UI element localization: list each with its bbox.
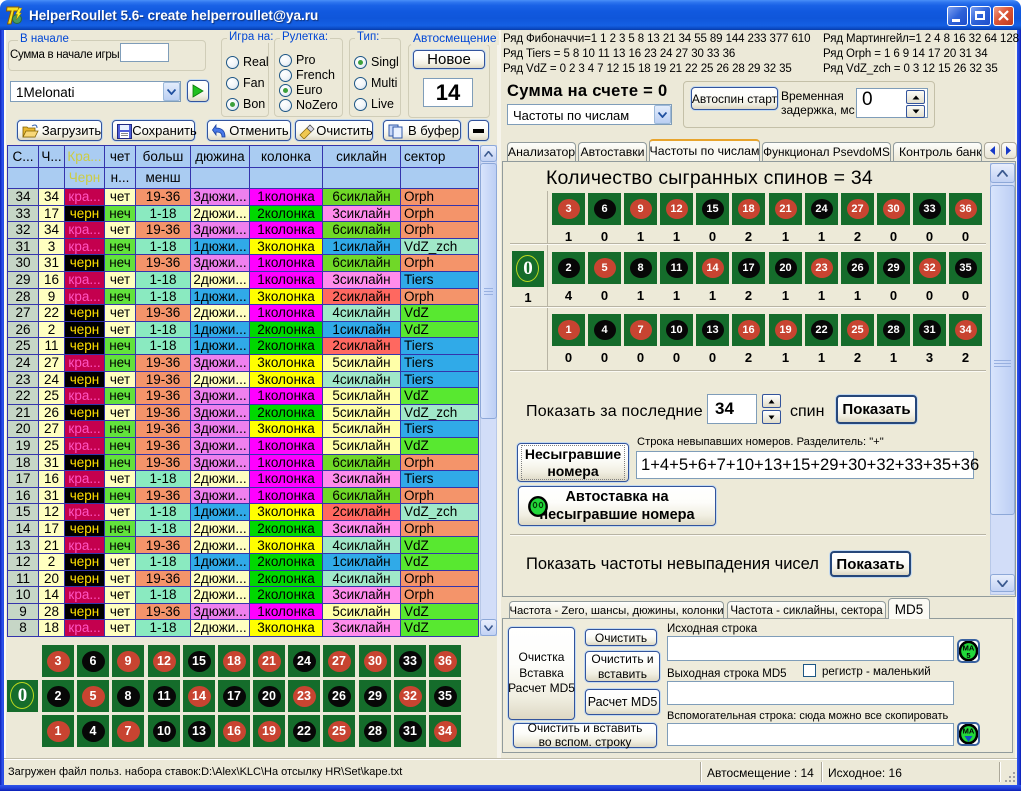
svg-text:МА: МА <box>963 727 975 736</box>
svg-text:5: 5 <box>966 651 970 660</box>
